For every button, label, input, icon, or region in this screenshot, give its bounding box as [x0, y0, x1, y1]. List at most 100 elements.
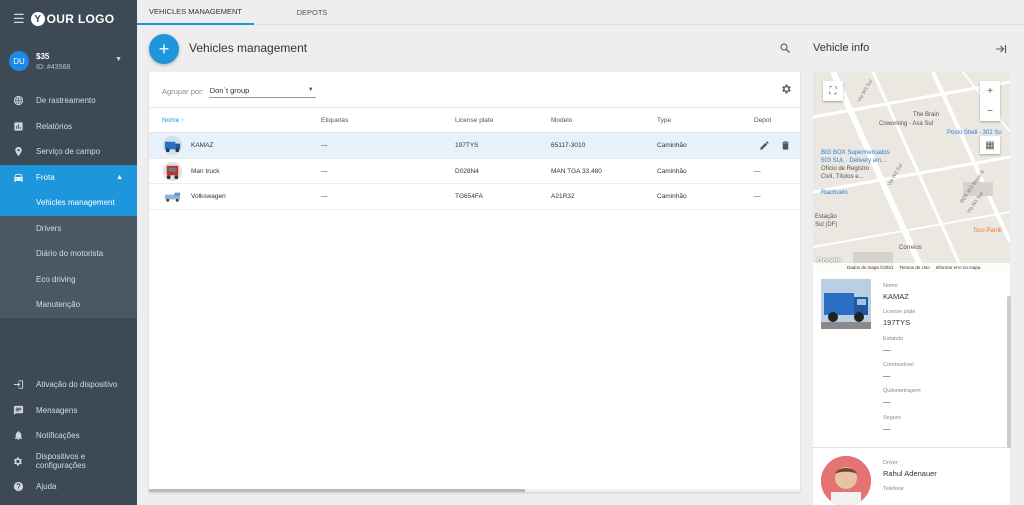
zoom-in-button[interactable]: + — [987, 81, 993, 101]
sidebar-item-devices-settings[interactable]: Dispositivos e configurações — [0, 449, 137, 475]
map-layers-icon[interactable]: ▦ — [980, 136, 1000, 154]
map-label: BIG BOX Supermercados — [821, 150, 890, 156]
sidebar-item-label: Ativação do dispositivo — [36, 380, 118, 390]
sidebar-item-eco-driving[interactable]: Eco driving — [0, 267, 137, 293]
sidebar: ☰ Y OUR LOGO DU $35 ID: #43568 ▼ De rast… — [0, 0, 137, 505]
column-header-tags[interactable]: Etiquetas — [321, 117, 348, 124]
vehicle-thumbnail — [163, 161, 182, 181]
tab-depots[interactable]: DEPOTS — [282, 0, 342, 25]
field-label-fuel: Combustível — [883, 362, 914, 368]
map-label: Sul (DF) — [815, 222, 838, 228]
search-icon[interactable] — [779, 42, 791, 54]
driver-name: Rahul Adenauer — [883, 469, 937, 478]
map-label: Estação — [815, 214, 837, 220]
map-label: Civil, Títulos e... — [821, 174, 864, 180]
sidebar-item-label: Relatórios — [36, 121, 73, 131]
tab-vehicles-management[interactable]: VEHICLES MANAGEMENT — [137, 0, 254, 25]
chart-icon — [0, 121, 36, 132]
map-label: Ofício de Registro — [821, 166, 870, 172]
car-icon — [0, 172, 36, 183]
add-vehicle-button[interactable]: + — [149, 34, 179, 64]
caret-down-icon[interactable]: ▼ — [115, 56, 122, 63]
vehicle-plate: 197TYS — [455, 142, 479, 149]
map-terms-link[interactable]: Termos de Uso — [899, 265, 929, 270]
vehicle-tags: — — [321, 142, 328, 149]
map-data-credit: Dados do mapa ©2021 — [847, 265, 894, 270]
collapse-panel-icon[interactable] — [995, 44, 1007, 54]
main-nav: De rastreamento Relatórios Serviço de ca… — [0, 88, 137, 318]
group-by-label: Agrupar por: — [162, 86, 204, 96]
table-settings-icon[interactable] — [780, 83, 792, 95]
globe-icon — [0, 95, 36, 106]
map-label: Toro Parrill — [973, 228, 1002, 234]
driver-label: Driver — [883, 460, 898, 466]
sidebar-item-label: Ajuda — [36, 482, 57, 492]
vehicle-name: Man truck — [191, 167, 220, 175]
horizontal-scrollbar[interactable] — [149, 489, 800, 492]
table-row[interactable]: KAMAZ — 197TYS 65117-3010 Caminhão — [149, 133, 800, 159]
fleet-submenu: Vehicles management Drivers Diário do mo… — [0, 190, 137, 318]
pin-icon — [0, 146, 36, 157]
details-scrollbar[interactable] — [1007, 296, 1011, 448]
table-row[interactable]: Man truck — D028N4 MAN TGA 33.480 Caminh… — [149, 159, 800, 184]
sidebar-item-notifications[interactable]: Notificações — [0, 423, 137, 449]
field-value-plate: 197TYS — [883, 318, 911, 327]
field-value-mileage: — — [883, 397, 891, 406]
column-header-license-plate[interactable]: License plate — [455, 117, 493, 124]
sidebar-item-tracking[interactable]: De rastreamento — [0, 88, 137, 114]
column-header-type[interactable]: Type — [657, 117, 671, 124]
sidebar-item-label: Frota — [36, 172, 55, 182]
sidebar-item-driver-diary[interactable]: Diário do motorista — [0, 241, 137, 267]
vehicle-plate: D028N4 — [455, 167, 479, 175]
map-report-link[interactable]: Informar erro no mapa — [936, 265, 981, 270]
sidebar-item-reports[interactable]: Relatórios — [0, 114, 137, 140]
sort-ascending-icon: ↑ — [181, 117, 185, 124]
scrollbar-thumb[interactable] — [149, 489, 525, 492]
message-icon — [0, 405, 36, 416]
map-label: The Brain — [913, 112, 940, 118]
map[interactable]: ⛶ + − ▦ The Brain Coworking - Asa Sul Po… — [813, 72, 1010, 272]
map-label: 503 SUL · Delivery em... — [821, 158, 887, 164]
vehicle-plate: TG654FA — [455, 193, 483, 200]
sidebar-item-messages[interactable]: Mensagens — [0, 398, 137, 424]
edit-icon[interactable] — [759, 140, 770, 151]
caret-up-icon: ▲ — [116, 173, 123, 181]
vehicle-model: 65117-3010 — [551, 142, 586, 149]
logo-text: OUR LOGO — [46, 12, 115, 26]
vehicle-type: Caminhão — [657, 193, 687, 200]
sidebar-item-help[interactable]: Ajuda — [0, 474, 137, 500]
zoom-out-button[interactable]: − — [987, 101, 993, 121]
collapse-menu-icon[interactable]: ☰ — [13, 11, 25, 27]
zoom-control: + − — [980, 81, 1000, 121]
phone-label: Telefone — [883, 486, 904, 492]
field-label-plate: License plate — [883, 309, 916, 315]
sidebar-item-drivers[interactable]: Drivers — [0, 216, 137, 242]
vehicle-depot: — — [754, 193, 761, 200]
vehicle-tags: — — [321, 193, 328, 200]
help-icon — [0, 481, 36, 492]
page-title: Vehicles management — [189, 41, 308, 55]
map-label: Coworking - Asa Sul — [879, 121, 934, 127]
sidebar-item-vehicles-management[interactable]: Vehicles management — [0, 190, 137, 216]
field-label-insurance: Seguro — [883, 415, 901, 421]
fullscreen-icon[interactable]: ⛶ — [823, 81, 843, 101]
sidebar-item-label: Mensagens — [36, 405, 78, 415]
column-header-name[interactable]: Nome ↑ — [162, 117, 184, 124]
map-label: Riachuelo — [821, 190, 848, 196]
logo-mark: Y — [30, 12, 45, 26]
driver-avatar — [821, 456, 871, 505]
table-row[interactable]: Volkswagen — TG654FA A21R32 Caminhão — — [149, 184, 800, 210]
sidebar-item-fleet[interactable]: Frota ▲ — [0, 164, 137, 190]
sidebar-item-device-activation[interactable]: Ativação do dispositivo — [0, 372, 137, 398]
column-header-model[interactable]: Modelo — [551, 117, 572, 124]
column-header-depot[interactable]: Depot — [754, 117, 771, 124]
dropdown-arrow-icon: ▼ — [307, 87, 314, 93]
map-label: Correios — [899, 245, 922, 251]
delete-icon[interactable] — [780, 140, 791, 151]
group-by-value: Don`t group — [209, 86, 250, 95]
user-menu[interactable]: DU $35 ID: #43568 ▼ — [0, 40, 137, 82]
sidebar-item-field-service[interactable]: Serviço de campo — [0, 139, 137, 165]
sidebar-item-maintenance[interactable]: Manutenção — [0, 292, 137, 318]
group-by-select[interactable]: Don`t group ▼ — [208, 84, 316, 98]
gear-icon — [0, 456, 36, 467]
